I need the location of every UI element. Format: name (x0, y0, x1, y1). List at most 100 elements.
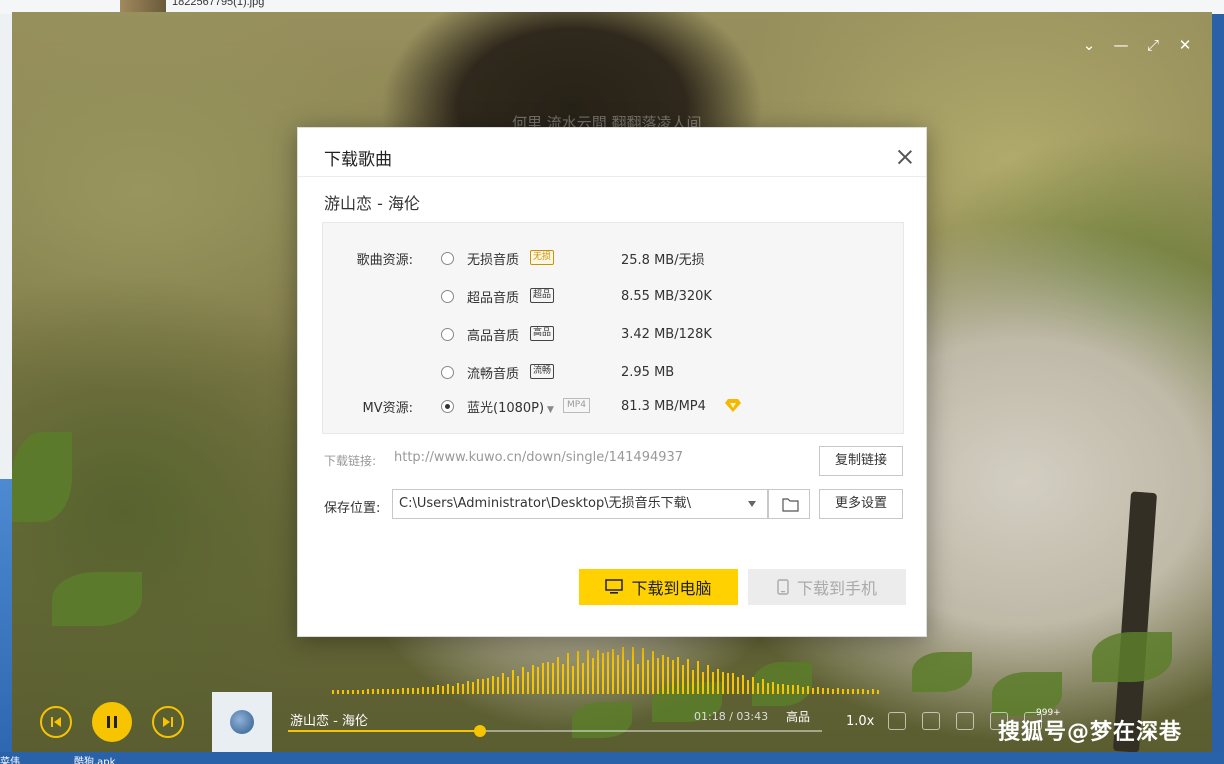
spectrum-bar (657, 658, 659, 694)
spectrum-bar (437, 685, 439, 694)
download-link-url: http://www.kuwo.cn/down/single/141494937 (394, 450, 684, 465)
progress-knob[interactable] (474, 725, 487, 737)
spectrum-bar (497, 677, 499, 694)
previous-track-button[interactable] (40, 706, 72, 738)
spectrum-bar (442, 686, 444, 694)
spectrum-bar (507, 677, 509, 694)
spectrum-bar (517, 676, 519, 694)
spectrum-bar (777, 684, 779, 694)
collapse-icon[interactable]: ⌄ (1080, 36, 1098, 54)
spectrum-bar (722, 672, 724, 694)
spectrum-bar (702, 672, 704, 694)
spectrum-bar (852, 689, 854, 694)
pause-button[interactable] (92, 702, 132, 742)
spectrum-bar (767, 683, 769, 694)
quality-badge: 无损 (530, 250, 555, 265)
download-to-phone-button[interactable]: 下载到手机 (748, 569, 906, 605)
spectrum-bar (382, 689, 384, 694)
desktop-bottom-strip: 菜伟 酷狗.apk (0, 752, 1224, 764)
spectrum-bar (807, 686, 809, 694)
radio-mv[interactable] (441, 399, 454, 413)
mv-icon[interactable] (888, 712, 906, 730)
download-to-pc-button[interactable]: 下载到电脑 (579, 569, 738, 605)
option-size: 3.42 MB/128K (621, 326, 712, 342)
quality-option-lossless[interactable]: 歌曲资源: 无损音质 无损 25.8 MB/无损 (323, 247, 903, 269)
download-to-pc-label: 下载到电脑 (631, 579, 712, 598)
equalizer-icon[interactable] (956, 712, 974, 730)
spectrum-bar (532, 665, 534, 694)
spectrum-bar (542, 663, 544, 694)
close-icon[interactable] (896, 148, 914, 166)
spectrum-bar (482, 679, 484, 694)
mv-option[interactable]: MV资源: 蓝光(1080P) ▼ MP4 81.3 MB/MP4 (323, 395, 903, 417)
mv-resolution-dropdown[interactable]: 蓝光(1080P) ▼ (467, 397, 554, 416)
spectrum-bar (612, 649, 614, 694)
desktop-item[interactable]: 菜伟 (0, 753, 20, 764)
browse-folder-button[interactable] (768, 489, 810, 519)
maximize-icon[interactable]: ⤢ (1144, 36, 1162, 54)
quality-badge: 超品 (530, 288, 555, 303)
song-resource-label: 歌曲资源: (356, 252, 413, 268)
format-tag: MP4 (563, 398, 590, 413)
spectrum-bar (412, 688, 414, 694)
spectrum-bar (847, 689, 849, 694)
spectrum-bar (662, 655, 664, 694)
more-settings-button[interactable]: 更多设置 (819, 489, 903, 519)
radio-smooth[interactable] (441, 365, 454, 379)
spectrum-bar (492, 676, 494, 694)
spectrum-bar (742, 675, 744, 694)
option-name: 流畅音质 (467, 366, 520, 382)
download-dialog: 下载歌曲 游山恋 - 海伦 歌曲资源: 无损音质 无损 25.8 MB/无损 超… (297, 127, 927, 637)
phone-icon (777, 579, 789, 595)
option-name: 超品音质 (467, 290, 520, 306)
folder-icon (782, 498, 799, 512)
progress-bar[interactable] (288, 725, 822, 737)
spectrum-bar (647, 660, 649, 694)
song-title: 游山恋 - 海伦 (324, 194, 420, 213)
chevron-down-icon[interactable] (748, 501, 756, 507)
album-cover[interactable] (212, 692, 272, 752)
save-path-select[interactable]: C:\Users\Administrator\Desktop\无损音乐下载\ (392, 489, 768, 519)
radio-lossless[interactable] (441, 251, 454, 265)
spectrum-bar (857, 689, 859, 694)
spectrum-bar (472, 682, 474, 694)
spectrum-bar (462, 684, 464, 694)
option-name: 高品音质 (467, 328, 520, 344)
volume-icon[interactable] (922, 712, 940, 730)
minimize-icon[interactable]: — (1112, 36, 1130, 54)
spectrum-bar (667, 657, 669, 694)
close-icon[interactable]: ✕ (1176, 36, 1194, 54)
playback-speed[interactable]: 1.0x (846, 714, 874, 729)
spectrum-bar (527, 672, 529, 694)
audio-spectrum (332, 642, 892, 694)
spectrum-bar (862, 689, 864, 694)
spectrum-bar (622, 647, 624, 694)
quality-option-high[interactable]: 高品音质 高品 3.42 MB/128K (323, 323, 903, 345)
next-track-button[interactable] (152, 706, 184, 738)
spectrum-bar (397, 689, 399, 694)
copy-link-button[interactable]: 复制链接 (819, 446, 903, 476)
quality-option-smooth[interactable]: 流畅音质 流畅 2.95 MB (323, 361, 903, 383)
dialog-title: 下载歌曲 (324, 150, 392, 170)
monitor-icon (605, 579, 624, 594)
radio-super[interactable] (441, 289, 454, 303)
spectrum-bar (477, 679, 479, 694)
spectrum-bar (632, 647, 634, 694)
spectrum-bar (587, 650, 589, 694)
spectrum-bar (672, 660, 674, 694)
player-bar: 游山恋 - 海伦 01:18 / 03:43 高品 1.0x 999+ 搜狐号@… (12, 647, 1212, 752)
spectrum-bar (802, 687, 804, 694)
quality-selector[interactable]: 高品 (786, 708, 810, 725)
spectrum-bar (782, 684, 784, 694)
spectrum-bar (652, 651, 654, 694)
quality-option-super[interactable]: 超品音质 超品 8.55 MB/320K (323, 285, 903, 307)
spectrum-bar (827, 688, 829, 694)
spectrum-bar (617, 655, 619, 694)
spectrum-bar (602, 653, 604, 694)
divider (298, 176, 926, 177)
desktop-item[interactable]: 酷狗.apk (74, 753, 115, 764)
spectrum-bar (687, 659, 689, 694)
radio-high[interactable] (441, 327, 454, 341)
progress-fill (288, 730, 481, 732)
spectrum-bar (387, 689, 389, 694)
